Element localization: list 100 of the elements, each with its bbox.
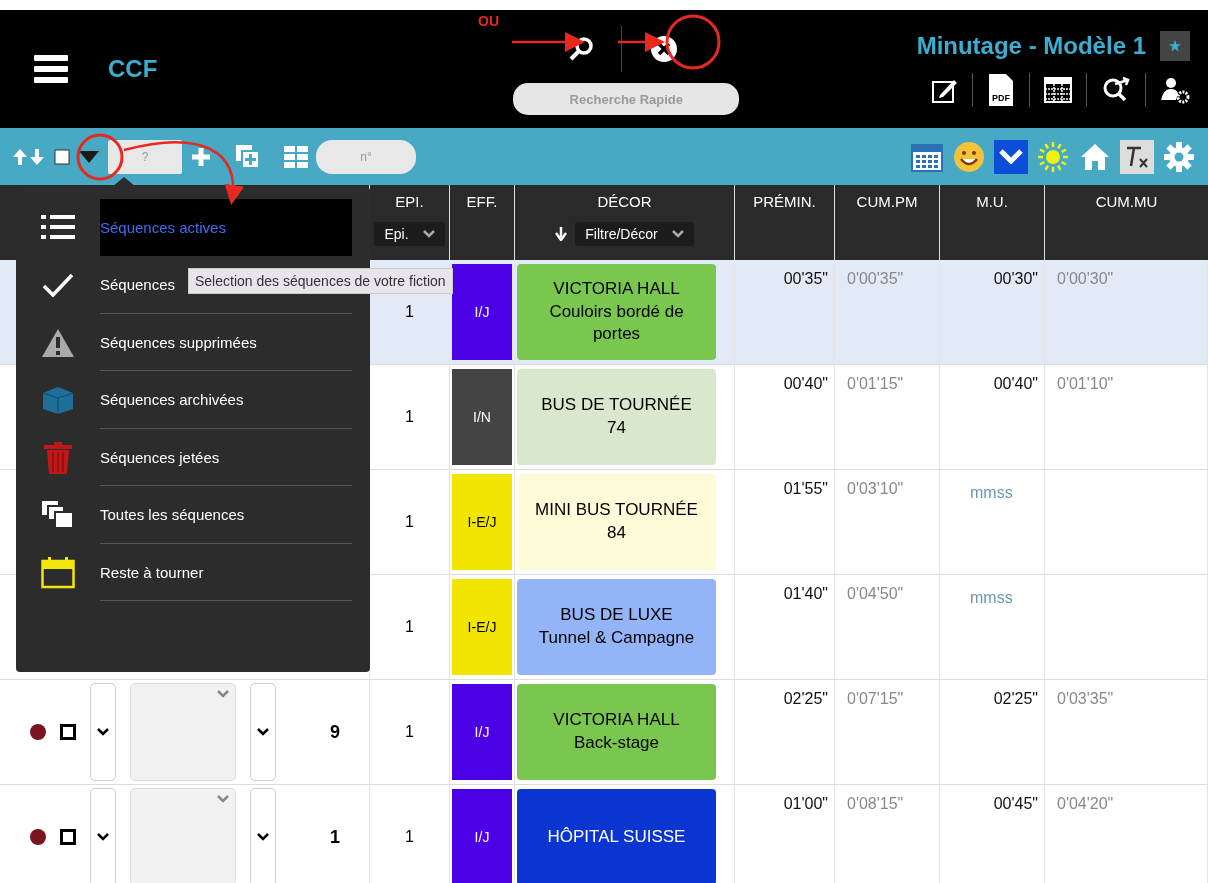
time-cell-text: 0'01'15" bbox=[846, 374, 905, 394]
time-cell-text: 0'03'10" bbox=[846, 479, 905, 499]
column-header: CUM.MU bbox=[1095, 193, 1158, 210]
tooltip: Selection des séquences de votre fiction bbox=[188, 268, 453, 294]
star-button[interactable] bbox=[1160, 31, 1190, 61]
time-cell-text: 00'30" bbox=[992, 269, 1039, 289]
grid-icon[interactable] bbox=[284, 145, 308, 168]
smiley-icon[interactable] bbox=[952, 139, 986, 174]
effect-tag: I/N bbox=[452, 369, 512, 465]
chevron-down-icon bbox=[257, 833, 269, 841]
decor-text: BUS DE TOURNÉE 74 bbox=[540, 394, 693, 439]
column-header: CUM.PM bbox=[856, 193, 918, 210]
chevron-down-icon bbox=[217, 795, 229, 803]
episode-cell: 1 bbox=[405, 618, 414, 636]
time-cell-text: 02'25" bbox=[782, 689, 829, 709]
menu-item[interactable]: Séquences jetées bbox=[100, 429, 352, 487]
caret-icon[interactable] bbox=[78, 149, 100, 164]
settings-icon[interactable] bbox=[1162, 139, 1196, 174]
time-cell-text: 01'55" bbox=[782, 479, 829, 499]
select-field[interactable] bbox=[130, 683, 236, 781]
checkbox[interactable] bbox=[60, 829, 76, 845]
menu-item[interactable]: Séquences supprimées bbox=[100, 314, 352, 372]
clear-format-icon[interactable] bbox=[1120, 139, 1154, 174]
table-row[interactable]: 9 1 I/J VICTORIA HALL Back-stage 02'25" 0'07'15" 02'25" 0'03'35" bbox=[0, 680, 1208, 785]
column-header: EPI. bbox=[395, 193, 424, 210]
duplicate-icon[interactable] bbox=[236, 144, 260, 169]
chevron-down-button[interactable] bbox=[994, 139, 1028, 174]
episode-cell: 1 bbox=[405, 513, 414, 531]
effect-tag: I-E/J bbox=[452, 579, 512, 675]
user-settings-icon[interactable] bbox=[1160, 76, 1190, 104]
effect-tag: I/J bbox=[452, 684, 512, 780]
box-icon bbox=[41, 385, 75, 416]
menu-item[interactable]: Séquences archivées bbox=[100, 371, 352, 429]
effect-tag: I-E/J bbox=[452, 474, 512, 570]
menu-item[interactable]: Toutes les séquences bbox=[100, 486, 352, 544]
annotation-arrow bbox=[618, 32, 665, 52]
chevron-down-icon bbox=[257, 728, 269, 736]
status-dot bbox=[30, 829, 46, 845]
menu-item[interactable]: Séquences actives bbox=[100, 199, 352, 257]
pdf-icon[interactable]: PDF bbox=[987, 73, 1015, 107]
episode-cell: 1 bbox=[405, 723, 414, 741]
menu-item[interactable]: Reste à tourner bbox=[100, 544, 352, 602]
column-header: PRÉMIN. bbox=[753, 193, 816, 210]
check-icon bbox=[42, 272, 74, 299]
column-header: M.U. bbox=[976, 193, 1008, 210]
select-field[interactable] bbox=[130, 788, 236, 883]
time-cell-text: 00'40" bbox=[782, 374, 829, 394]
table-icon[interactable] bbox=[1044, 77, 1072, 103]
decor-text: Back-stage bbox=[573, 732, 659, 754]
chevron-down-icon bbox=[999, 148, 1023, 165]
search-arrow-icon[interactable] bbox=[1101, 76, 1131, 104]
time-cell-text: 0'00'35" bbox=[846, 269, 905, 289]
close-icon[interactable] bbox=[650, 35, 679, 63]
decor-text: HÔPITAL SUISSE bbox=[547, 825, 686, 848]
list-icon bbox=[41, 213, 75, 242]
decor-text: VICTORIA HALL bbox=[553, 709, 680, 732]
checkbox-icon[interactable] bbox=[54, 148, 70, 165]
edit-icon[interactable] bbox=[932, 77, 958, 103]
warning-icon bbox=[41, 327, 75, 358]
decor-text: VICTORIA HALL bbox=[553, 277, 680, 300]
time-cell-text: 0'03'35" bbox=[1056, 689, 1115, 709]
trash-icon bbox=[43, 441, 73, 474]
time-input-field[interactable]: mmss bbox=[968, 480, 1052, 506]
episode-cell: 1 bbox=[405, 828, 414, 846]
chevron-down-icon bbox=[217, 690, 229, 698]
effect-tag: I/J bbox=[452, 264, 512, 360]
scene-number-field[interactable]: n° bbox=[316, 139, 416, 174]
menu-icon[interactable] bbox=[34, 55, 68, 83]
calendar-icon bbox=[41, 556, 75, 589]
time-cell-text: 0'07'15" bbox=[846, 689, 905, 709]
annotation-circle bbox=[665, 14, 721, 70]
scene-number: 1 bbox=[330, 826, 340, 848]
search-icon[interactable] bbox=[569, 37, 596, 61]
star-icon bbox=[1169, 40, 1181, 52]
time-input-field[interactable]: mmss bbox=[968, 585, 1052, 611]
time-cell-text: 00'40" bbox=[992, 374, 1039, 394]
sort-arrows-icon[interactable] bbox=[12, 146, 46, 167]
episode-cell: 1 bbox=[405, 408, 414, 426]
column-header: DÉCOR bbox=[597, 193, 652, 210]
chevron-down-icon bbox=[97, 728, 109, 736]
time-cell-text: 02'25" bbox=[992, 689, 1039, 709]
annotation-circle bbox=[76, 133, 124, 181]
time-cell-text: 0'08'15" bbox=[846, 794, 905, 814]
effect-tag: I/J bbox=[452, 789, 512, 883]
time-cell-text: 0'04'20" bbox=[1056, 794, 1115, 814]
checkbox[interactable] bbox=[60, 724, 76, 740]
time-cell-text: 0'01'10" bbox=[1056, 374, 1115, 394]
chevron-down-icon bbox=[422, 230, 435, 238]
scene-number: 9 bbox=[330, 721, 340, 743]
app-name: CCF bbox=[108, 55, 158, 83]
annotation-label: OU bbox=[478, 13, 499, 29]
filter-select[interactable]: Filtre/Décor bbox=[575, 222, 694, 246]
copy-icon bbox=[42, 501, 74, 530]
quick-search-field[interactable]: Recherche Rapide bbox=[513, 83, 740, 115]
down-arrow-icon[interactable] bbox=[555, 227, 568, 241]
time-cell-text: 01'40" bbox=[782, 584, 829, 604]
decor-text: Couloirs bordé de portes bbox=[548, 300, 685, 346]
plus-icon[interactable] bbox=[190, 145, 212, 168]
filter-select[interactable]: Epi. bbox=[374, 222, 445, 246]
chevron-down-icon bbox=[97, 833, 109, 841]
